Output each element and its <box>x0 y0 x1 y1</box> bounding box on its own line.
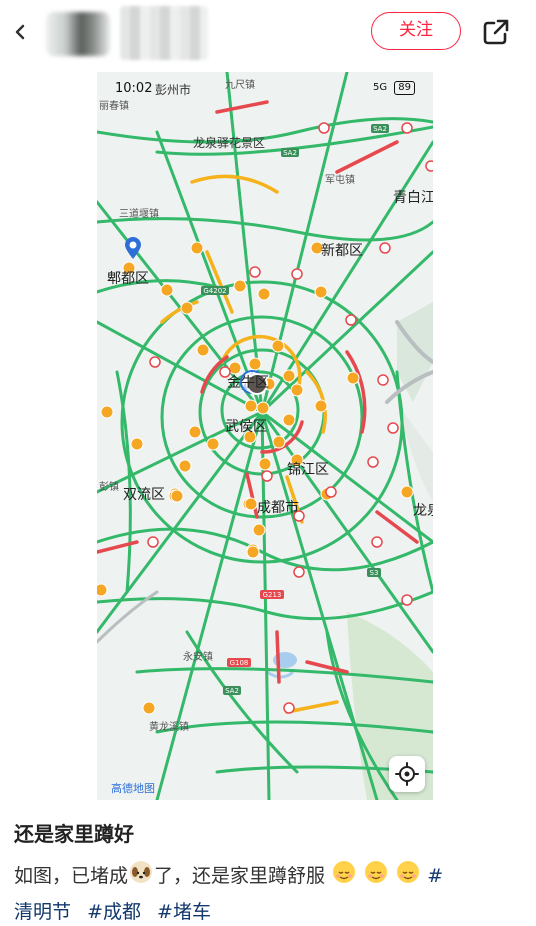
location-pin-icon <box>125 237 141 259</box>
label-shengjiao: 丽春镇 <box>99 101 129 112</box>
road-shield-g108: G108 <box>230 659 249 667</box>
hashtag-traffic-jam[interactable]: #堵车 <box>157 901 211 923</box>
crosshair-icon <box>395 762 419 786</box>
label-xindu: 新都区 <box>321 243 363 259</box>
label-jiulong: 九尺镇 <box>225 80 255 91</box>
battery-indicator: 89 <box>394 81 415 95</box>
locate-me-button[interactable] <box>389 756 425 792</box>
chevron-left-icon <box>15 24 25 40</box>
phone-status-bar: 10:02 5G 89 <box>97 72 433 104</box>
traffic-map: G4202 SA2 SA2 G213 G108 SA2 S3 <box>97 72 433 800</box>
label-junmin: 军屯镇 <box>325 175 355 186</box>
amap-logo: 高德地图 <box>111 780 155 796</box>
label-pengzhou: 彭州市 <box>155 83 192 97</box>
label-pidu: 郫都区 <box>107 271 149 287</box>
label-pengjiang: 彭镇 <box>99 482 119 493</box>
road-shield-sa2-right: SA2 <box>373 125 387 133</box>
map-screenshot[interactable]: G4202 SA2 SA2 G213 G108 SA2 S3 10:02 5G … <box>97 72 433 800</box>
status-icons: 5G 89 <box>373 81 415 95</box>
hashtag-symbol[interactable]: # <box>427 865 443 887</box>
post-description: 如图，已堵成 了，还是家里蹲舒服 # 清明节 #成都 #堵车 <box>14 858 524 926</box>
label-sandao: 三道堰镇 <box>119 209 159 220</box>
post-header: 关注 <box>0 0 536 64</box>
author-avatar[interactable] <box>46 12 110 56</box>
label-jinniu: 金牛区 <box>227 375 269 391</box>
amap-logo-text: 高德地图 <box>111 782 155 795</box>
back-button[interactable] <box>12 18 32 46</box>
label-area-north: 龙泉驿花景区 <box>193 136 266 150</box>
signal-indicator: 5G <box>372 82 388 93</box>
status-time: 10:02 <box>115 81 153 96</box>
share-external-icon[interactable] <box>481 17 511 47</box>
hashtag-qingming[interactable]: 清明节 <box>14 901 71 923</box>
label-jinjiang: 锦江区 <box>287 462 329 478</box>
label-yongan: 永安镇 <box>183 652 213 663</box>
label-wuhou: 武侯区 <box>225 419 267 435</box>
relieved-face-emoji-icon <box>365 861 388 883</box>
label-qingbaijiang: 青白江 <box>393 190 433 206</box>
road-shield-sa2-top: SA2 <box>283 149 297 157</box>
dog-emoji-icon <box>130 861 153 883</box>
road-shield-g4202: G4202 <box>203 287 226 295</box>
road-shield-g213: G213 <box>263 591 282 599</box>
desc-text-2: 了，还是家里蹲舒服 <box>154 865 326 887</box>
road-shield-sa2-bottom: SA2 <box>225 687 239 695</box>
label-chengdu: 成都市 <box>257 500 299 516</box>
author-name-blurred[interactable] <box>120 6 208 60</box>
label-shuangliu: 双流区 <box>123 487 165 503</box>
relieved-face-emoji-icon <box>397 861 420 883</box>
relieved-face-emoji-icon <box>333 861 356 883</box>
post-title: 还是家里蹲好 <box>14 822 134 846</box>
label-huanglong: 黄龙溪镇 <box>149 722 189 733</box>
label-longquan: 龙泉 <box>413 503 433 519</box>
follow-button[interactable]: 关注 <box>371 12 461 50</box>
road-shield-s3: S3 <box>370 569 379 577</box>
desc-text-1: 如图，已堵成 <box>14 865 129 887</box>
hashtag-chengdu[interactable]: #成都 <box>87 901 141 923</box>
